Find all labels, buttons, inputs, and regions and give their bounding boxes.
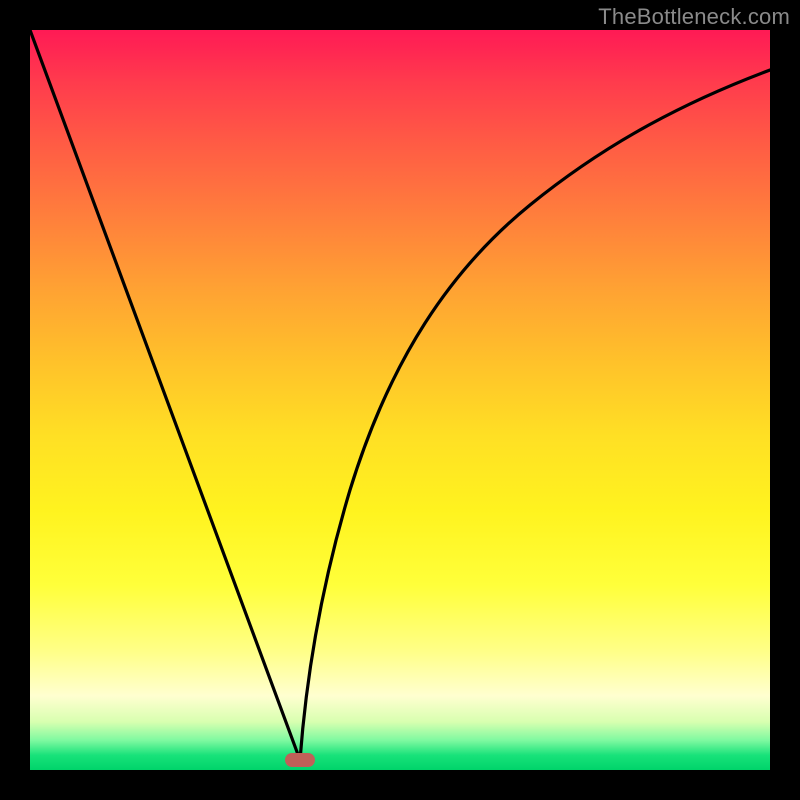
chart-frame: TheBottleneck.com <box>0 0 800 800</box>
optimum-marker <box>285 753 315 767</box>
plot-area <box>30 30 770 770</box>
curve-path <box>30 30 770 760</box>
bottleneck-curve <box>30 30 770 770</box>
watermark-text: TheBottleneck.com <box>598 4 790 30</box>
